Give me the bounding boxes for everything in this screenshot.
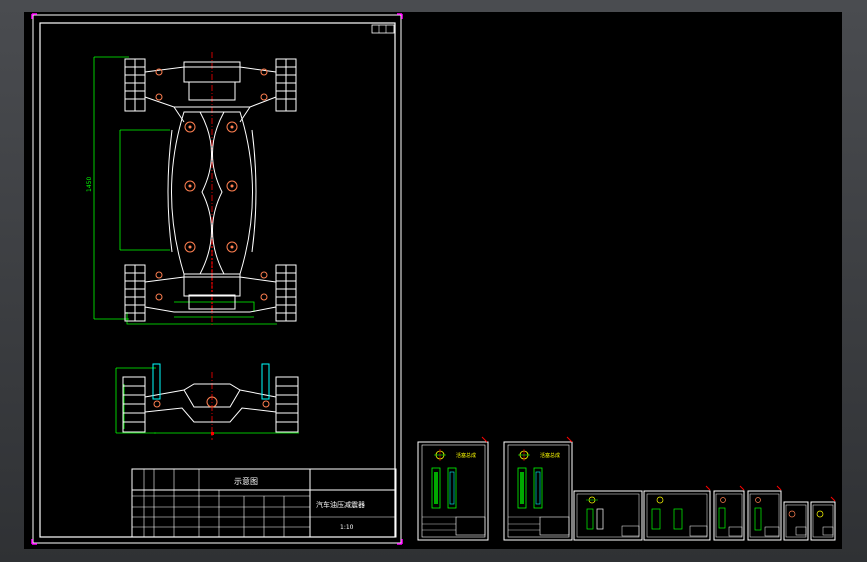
product-name: 汽车油压减震器 — [316, 500, 365, 509]
drawing-svg: 1450 示意图 汽车油压减震器 1:10 活塞总成 活塞总成 — [31, 13, 836, 545]
revision-table — [371, 24, 395, 34]
corner-mark — [397, 539, 403, 545]
svg-text:1450: 1450 — [86, 177, 93, 192]
main-sheet[interactable]: 1450 示意图 汽车油压减震器 1:10 — [31, 13, 403, 545]
drawing-canvas[interactable]: 1450 示意图 汽车油压减震器 1:10 活塞总成 活塞总成 — [24, 12, 842, 549]
drawing-name: 示意图 — [234, 476, 258, 486]
chassis-front-view — [115, 363, 299, 440]
corner-mark — [397, 13, 403, 19]
thumbnail-sheet-2[interactable]: 活塞总成 — [503, 436, 573, 541]
viewer-frame: 1450 示意图 汽车油压减震器 1:10 活塞总成 活塞总成 — [0, 0, 867, 562]
thumbnail-sheet-7[interactable] — [783, 501, 809, 541]
corner-mark — [31, 539, 37, 545]
sheet-outer-border — [32, 14, 402, 544]
corner-mark — [31, 13, 37, 19]
thumbnail-sheet-1[interactable]: 活塞总成 — [417, 436, 489, 541]
thumbnail-label: 活塞总成 — [456, 452, 476, 459]
chassis-top-view: 1450 — [86, 52, 297, 327]
thumbnail-label: 活塞总成 — [540, 452, 560, 459]
thumbnail-sheet-5[interactable] — [713, 485, 745, 541]
thumbnail-sheet-4[interactable] — [643, 485, 711, 541]
thumbnail-sheet-6[interactable] — [747, 485, 782, 541]
thumbnail-sheet-8[interactable] — [810, 496, 836, 541]
thumbnail-sheet-3[interactable] — [573, 490, 643, 541]
scale-value: 1:10 — [340, 524, 354, 531]
